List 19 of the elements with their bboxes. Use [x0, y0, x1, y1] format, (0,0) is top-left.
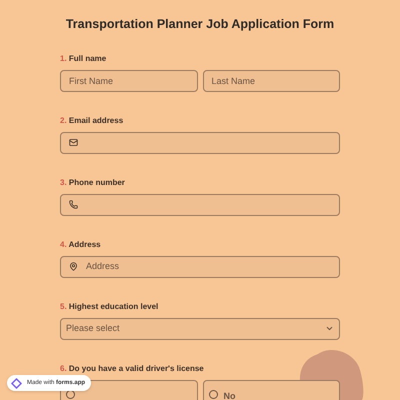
question-label: 3. Phone number [60, 176, 126, 189]
question-label: 6. Do you have a valid driver's license [60, 362, 205, 375]
education-select[interactable]: Please select [60, 318, 340, 340]
logo-icon [11, 378, 22, 388]
mail-icon [69, 138, 78, 148]
phone-icon [69, 200, 78, 210]
question-label: 4. Address [60, 238, 102, 251]
question-label: 5. Highest education level [60, 300, 160, 313]
map-pin-placeholder: Address [86, 260, 331, 274]
map-pin-icon [69, 262, 78, 272]
name-field[interactable]: Last Name [202, 70, 340, 92]
address-field[interactable]: Address [60, 256, 340, 278]
name-field[interactable]: First Name [60, 70, 198, 92]
question-label: 1. Full name [60, 52, 108, 65]
phone-field[interactable] [60, 194, 340, 216]
form-title: Transportation Planner Job Application Form [64, 16, 336, 33]
email-field[interactable] [60, 132, 340, 154]
radio-option[interactable]: No [202, 380, 340, 400]
question-label: 2. Email address [60, 114, 124, 127]
